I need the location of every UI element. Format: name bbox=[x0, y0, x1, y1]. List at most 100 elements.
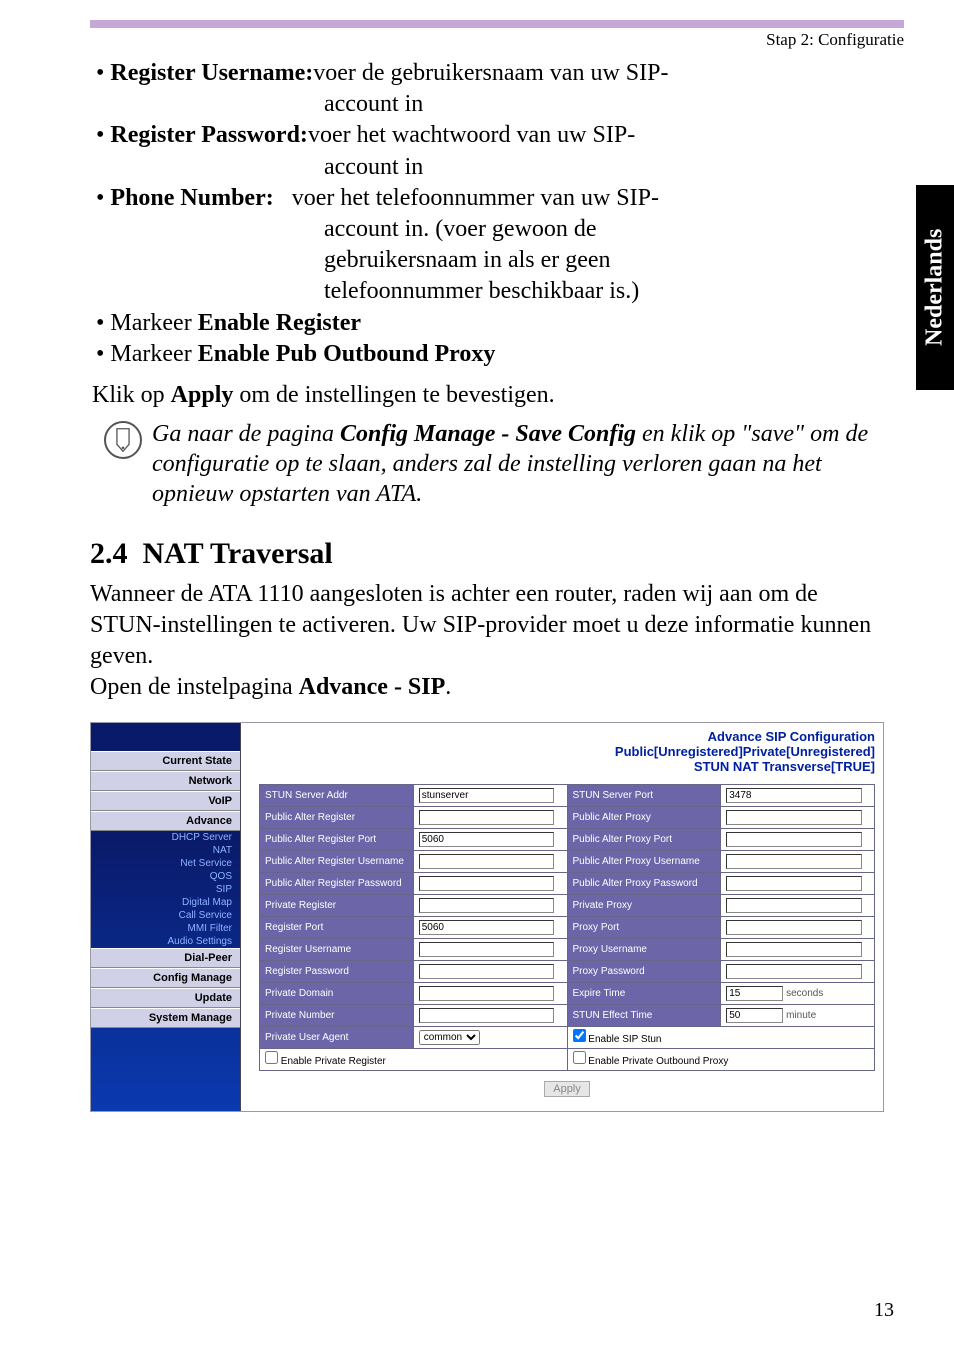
cfg-label: Public Alter Register Port bbox=[260, 828, 414, 850]
bullet-register-username: • Register Username:voer de gebruikersna… bbox=[96, 58, 884, 89]
cfg-value bbox=[413, 960, 567, 982]
submenu-sip[interactable]: SIP bbox=[91, 883, 240, 896]
cfg-value bbox=[413, 806, 567, 828]
menu-configmanage[interactable]: Config Manage bbox=[91, 968, 240, 988]
enable-private-register-checkbox[interactable] bbox=[265, 1051, 278, 1064]
page-number: 13 bbox=[874, 1299, 894, 1322]
cfg-label: STUN Effect Time bbox=[567, 1004, 721, 1026]
bullet-phone-cont3: telefoonnummer beschikbaar is.) bbox=[324, 276, 884, 307]
submenu-callservice[interactable]: Call Service bbox=[91, 909, 240, 922]
cfg-label: Proxy Password bbox=[567, 960, 721, 982]
language-side-tab: Nederlands bbox=[916, 185, 954, 390]
cfg-input[interactable] bbox=[726, 942, 862, 957]
cfg-label: Enable SIP Stun bbox=[567, 1026, 875, 1048]
cfg-input[interactable] bbox=[726, 898, 862, 913]
bullet-phone-cont2: gebruikersnaam in als er geen bbox=[324, 245, 884, 276]
screenshot-sidebar: Current State Network VoIP Advance DHCP … bbox=[91, 723, 241, 1111]
config-table: STUN Server Addr STUN Server Port Public A… bbox=[259, 784, 875, 1071]
cfg-value bbox=[721, 938, 875, 960]
cfg-value bbox=[721, 960, 875, 982]
note-block: Ga naar de pagina Config Manage - Save C… bbox=[104, 419, 884, 509]
shot-title-1: Advance SIP Configuration bbox=[259, 729, 875, 744]
cfg-input[interactable] bbox=[419, 876, 555, 891]
menu-voip[interactable]: VoIP bbox=[91, 791, 240, 811]
user-agent-select[interactable]: common bbox=[419, 1030, 480, 1045]
cfg-label: Register Port bbox=[260, 916, 414, 938]
cfg-input[interactable] bbox=[726, 1008, 783, 1023]
cfg-value bbox=[721, 916, 875, 938]
cfg-label: STUN Server Port bbox=[567, 784, 721, 806]
cfg-input[interactable] bbox=[726, 810, 862, 825]
submenu-dhcp[interactable]: DHCP Server bbox=[91, 831, 240, 844]
cfg-input[interactable] bbox=[726, 964, 862, 979]
cfg-value bbox=[721, 806, 875, 828]
cfg-input[interactable] bbox=[419, 942, 555, 957]
cfg-value bbox=[413, 1004, 567, 1026]
section-heading: 2.4 NAT Traversal bbox=[90, 537, 884, 571]
cfg-label: Public Alter Register bbox=[260, 806, 414, 828]
cfg-input[interactable] bbox=[726, 854, 862, 869]
cfg-input[interactable] bbox=[419, 964, 555, 979]
cfg-input[interactable] bbox=[726, 986, 783, 1001]
label-phone: Phone Number: bbox=[110, 185, 291, 211]
cfg-label: Register Username bbox=[260, 938, 414, 960]
cfg-value bbox=[413, 916, 567, 938]
menu-current-state[interactable]: Current State bbox=[91, 751, 240, 771]
submenu-qos[interactable]: QOS bbox=[91, 870, 240, 883]
enable-sip-stun-checkbox[interactable] bbox=[573, 1029, 586, 1042]
cfg-value: minute bbox=[721, 1004, 875, 1026]
cfg-label: Public Alter Proxy Username bbox=[567, 850, 721, 872]
cfg-value bbox=[721, 784, 875, 806]
cfg-input[interactable] bbox=[419, 1008, 555, 1023]
menu-network[interactable]: Network bbox=[91, 771, 240, 791]
bullet-reg-pass-cont: account in bbox=[324, 152, 884, 183]
cfg-input[interactable] bbox=[726, 876, 862, 891]
cfg-label: Private Domain bbox=[260, 982, 414, 1004]
cfg-label: Proxy Username bbox=[567, 938, 721, 960]
cfg-label: Private Number bbox=[260, 1004, 414, 1026]
bullet-enable-proxy: • Markeer Enable Pub Outbound Proxy bbox=[96, 339, 884, 370]
cfg-label: Public Alter Proxy Port bbox=[567, 828, 721, 850]
bullet-enable-register: • Markeer Enable Register bbox=[96, 308, 884, 339]
cfg-label: Expire Time bbox=[567, 982, 721, 1004]
cfg-label: Public Alter Register Username bbox=[260, 850, 414, 872]
cfg-input[interactable] bbox=[419, 788, 555, 803]
apply-button[interactable]: Apply bbox=[544, 1081, 590, 1097]
label-reg-user: Register Username: bbox=[110, 60, 313, 86]
cfg-value bbox=[721, 850, 875, 872]
bullet-reg-user-cont: account in bbox=[324, 89, 884, 120]
submenu-audio[interactable]: Audio Settings bbox=[91, 935, 240, 948]
menu-update[interactable]: Update bbox=[91, 988, 240, 1008]
bullet-phone-cont1: account in. (voer gewoon de bbox=[324, 214, 884, 245]
menu-dialpeer[interactable]: Dial-Peer bbox=[91, 948, 240, 968]
cfg-label: STUN Server Addr bbox=[260, 784, 414, 806]
bullet-phone: • Phone Number: voer het telefoonnummer … bbox=[96, 183, 884, 214]
cfg-value bbox=[721, 872, 875, 894]
breadcrumb: Stap 2: Configuratie bbox=[90, 30, 904, 50]
submenu-mmifilter[interactable]: MMI Filter bbox=[91, 922, 240, 935]
cfg-input[interactable] bbox=[419, 986, 555, 1001]
submenu-digitalmap[interactable]: Digital Map bbox=[91, 896, 240, 909]
cfg-input[interactable] bbox=[419, 920, 555, 935]
cfg-input[interactable] bbox=[726, 920, 862, 935]
submenu-nat[interactable]: NAT bbox=[91, 844, 240, 857]
cfg-input[interactable] bbox=[419, 854, 555, 869]
cfg-label: Private Register bbox=[260, 894, 414, 916]
cfg-input[interactable] bbox=[419, 898, 555, 913]
cfg-input[interactable] bbox=[419, 810, 555, 825]
cfg-value bbox=[413, 872, 567, 894]
submenu-netservice[interactable]: Net Service bbox=[91, 857, 240, 870]
cfg-value: common bbox=[413, 1026, 567, 1048]
cfg-value bbox=[413, 828, 567, 850]
cfg-value: seconds bbox=[721, 982, 875, 1004]
cfg-input[interactable] bbox=[726, 832, 862, 847]
cfg-input[interactable] bbox=[419, 832, 555, 847]
cfg-value bbox=[721, 894, 875, 916]
shot-title-3: STUN NAT Transverse[TRUE] bbox=[259, 759, 875, 774]
cfg-input[interactable] bbox=[726, 788, 862, 803]
cfg-value bbox=[721, 828, 875, 850]
note-text: Ga naar de pagina Config Manage - Save C… bbox=[152, 419, 884, 509]
menu-advance[interactable]: Advance bbox=[91, 811, 240, 831]
menu-systemmanage[interactable]: System Manage bbox=[91, 1008, 240, 1028]
enable-private-outbound-checkbox[interactable] bbox=[573, 1051, 586, 1064]
